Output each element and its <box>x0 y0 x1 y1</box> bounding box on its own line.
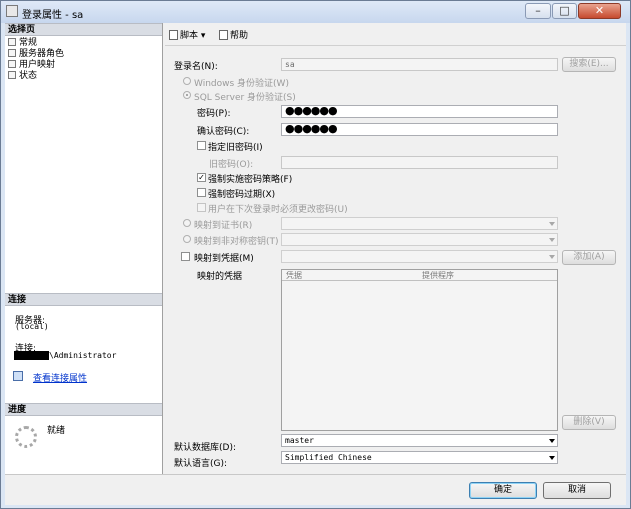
mapped-credentials-grid[interactable]: 凭据 提供程序 <box>281 269 558 431</box>
window-title: 登录属性 - sa <box>22 10 84 21</box>
map-certificate-radio[interactable] <box>183 219 191 227</box>
redacted-block <box>14 351 49 360</box>
progress-header: 进度 <box>5 403 162 416</box>
grid-header: 凭据 提供程序 <box>282 270 557 281</box>
server-value: (local) <box>15 322 49 331</box>
window-icon <box>6 5 18 17</box>
script-icon <box>169 30 178 40</box>
left-panel: 选择页 常规 服务器角色 用户映射 状态 连接 服务器: (local) 连接:… <box>5 23 163 474</box>
enforce-policy-checkbox[interactable]: ✓ <box>197 173 206 182</box>
minimize-button[interactable]: – <box>525 3 551 19</box>
page-item-user-mapping[interactable]: 用户映射 <box>8 60 55 71</box>
page-item-status[interactable]: 状态 <box>8 71 37 82</box>
connection-header: 连接 <box>5 293 162 306</box>
page-icon <box>8 38 16 46</box>
confirm-password-input[interactable]: ●●●●●● <box>281 123 558 136</box>
specify-old-password-checkbox[interactable] <box>197 141 206 150</box>
dropdown-arrow-icon <box>549 222 555 226</box>
connection-value: \Administrator <box>49 351 117 360</box>
grid-col-provider[interactable]: 提供程序 <box>422 270 454 281</box>
remove-credential-button[interactable]: 删除(V) <box>562 415 616 430</box>
windows-auth-radio[interactable] <box>183 77 191 85</box>
default-database-label: 默认数据库(D): <box>174 443 236 453</box>
certificate-combo[interactable] <box>281 217 558 230</box>
dropdown-arrow-icon <box>549 238 555 242</box>
title-bar: 登录属性 - sa – □ ✕ <box>1 1 630 23</box>
page-item-label: 服务器角色 <box>19 49 65 59</box>
page-item-server-roles[interactable]: 服务器角色 <box>8 49 64 60</box>
enforce-policy-label: 强制实施密码策略(F) <box>208 175 293 185</box>
toolbar: 脚本 ▾ 帮助 <box>165 23 626 46</box>
default-language-value: Simplified Chinese <box>285 453 372 462</box>
script-label: 脚本 <box>180 31 199 41</box>
dropdown-arrow-icon: ▾ <box>200 31 206 41</box>
default-database-combo[interactable]: master <box>281 434 558 447</box>
progress-status: 就绪 <box>47 426 66 436</box>
map-credential-label: 映射到凭据(M) <box>194 254 254 264</box>
mapped-credentials-label: 映射的凭据 <box>197 272 243 282</box>
page-item-label: 状态 <box>19 71 38 81</box>
help-label: 帮助 <box>230 31 249 41</box>
default-language-label: 默认语言(G): <box>174 459 228 469</box>
page-item-label: 常规 <box>19 38 38 48</box>
ok-button[interactable]: 确定 <box>469 482 537 499</box>
login-name-input[interactable]: sa <box>281 58 558 71</box>
dropdown-arrow-icon <box>549 255 555 259</box>
windows-auth-label: Windows 身份验证(W) <box>194 79 289 89</box>
old-password-label: 旧密码(O): <box>209 160 254 170</box>
dialog-client: 选择页 常规 服务器角色 用户映射 状态 连接 服务器: (local) 连接:… <box>5 23 626 505</box>
password-label: 密码(P): <box>197 109 231 119</box>
button-bar: 确定 取消 <box>5 474 626 505</box>
page-icon <box>8 60 16 68</box>
sql-auth-label: SQL Server 身份验证(S) <box>194 93 296 103</box>
cancel-button[interactable]: 取消 <box>543 482 611 499</box>
confirm-password-label: 确认密码(C): <box>197 127 250 137</box>
must-change-checkbox[interactable] <box>197 203 206 212</box>
connection-value-row: \Administrator <box>5 351 162 361</box>
map-asymmetric-key-label: 映射到非对称密钥(T) <box>194 237 279 247</box>
enforce-expiration-checkbox[interactable] <box>197 188 206 197</box>
map-credential-checkbox[interactable] <box>181 252 190 261</box>
credential-combo[interactable] <box>281 250 558 263</box>
script-button[interactable]: 脚本 ▾ <box>169 28 205 41</box>
page-icon <box>8 71 16 79</box>
default-database-value: master <box>285 436 314 445</box>
grid-col-credential[interactable]: 凭据 <box>286 270 302 281</box>
add-credential-button[interactable]: 添加(A) <box>562 250 616 265</box>
login-name-label: 登录名(N): <box>174 62 218 72</box>
map-asymmetric-key-radio[interactable] <box>183 235 191 243</box>
connection-properties-icon <box>13 371 23 381</box>
view-connection-properties-link[interactable]: 查看连接属性 <box>33 371 87 384</box>
search-button[interactable]: 搜索(E)... <box>562 57 616 72</box>
select-page-header: 选择页 <box>5 23 162 36</box>
help-icon <box>219 30 228 40</box>
dropdown-arrow-icon <box>549 456 555 460</box>
password-input[interactable]: ●●●●●● <box>281 105 558 118</box>
close-button[interactable]: ✕ <box>578 3 621 19</box>
maximize-button[interactable]: □ <box>552 3 577 19</box>
asymmetric-key-combo[interactable] <box>281 233 558 246</box>
must-change-label: 用户在下次登录时必须更改密码(U) <box>208 205 348 215</box>
specify-old-password-label: 指定旧密码(I) <box>208 143 263 153</box>
login-properties-dialog: 登录属性 - sa – □ ✕ 选择页 常规 服务器角色 用户映射 状态 连接 … <box>0 0 631 509</box>
page-icon <box>8 49 16 57</box>
progress-spinner-icon <box>15 426 37 448</box>
old-password-input[interactable] <box>281 156 558 169</box>
page-item-label: 用户映射 <box>19 60 56 70</box>
sql-auth-radio[interactable] <box>183 91 191 99</box>
map-certificate-label: 映射到证书(R) <box>194 221 253 231</box>
default-language-combo[interactable]: Simplified Chinese <box>281 451 558 464</box>
enforce-expiration-label: 强制密码过期(X) <box>208 190 276 200</box>
help-button[interactable]: 帮助 <box>219 28 248 41</box>
dropdown-arrow-icon <box>549 439 555 443</box>
page-item-general[interactable]: 常规 <box>8 38 37 49</box>
